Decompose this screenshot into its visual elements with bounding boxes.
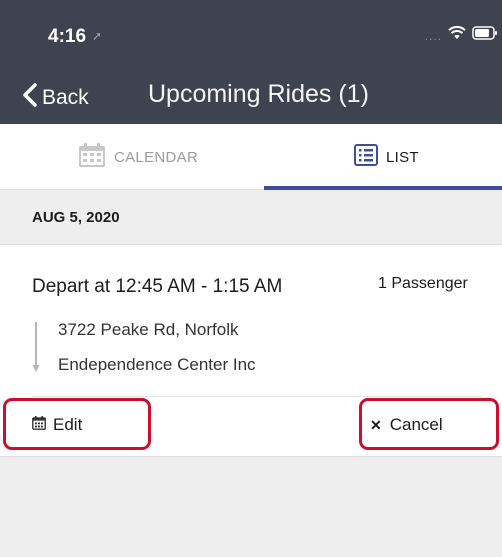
tab-calendar-label: CALENDAR xyxy=(114,148,199,166)
signal-icon: .... xyxy=(424,28,442,43)
card-divider xyxy=(32,396,482,397)
status-bar: 4:16 ➚ .... xyxy=(0,0,502,68)
back-label: Back xyxy=(42,85,89,109)
depart-time: Depart at 12:45 AM - 1:15 AM xyxy=(32,276,283,297)
list-icon xyxy=(354,143,378,171)
tab-list-label: LIST xyxy=(386,148,419,166)
back-button[interactable]: Back xyxy=(22,82,89,113)
navigation-bar: Back Upcoming Rides (1) xyxy=(0,68,502,124)
location-arrow-icon: ➚ xyxy=(92,29,103,43)
dropoff-address: Endependence Center Inc xyxy=(58,355,256,374)
ride-date-header: AUG 5, 2020 xyxy=(32,209,120,226)
page-title: Upcoming Rides (1) xyxy=(148,80,369,108)
passenger-count: 1 Passenger xyxy=(378,275,468,292)
edit-highlight-box xyxy=(3,398,151,450)
wifi-icon xyxy=(448,26,466,45)
calendar-icon xyxy=(78,142,106,173)
view-tabs: CALENDAR LIST xyxy=(0,124,502,190)
battery-icon xyxy=(472,26,498,45)
tab-calendar[interactable]: CALENDAR xyxy=(78,124,198,190)
pickup-address: 3722 Peake Rd, Norfolk xyxy=(58,320,239,339)
tab-list[interactable]: LIST xyxy=(354,124,419,190)
status-time: 4:16 xyxy=(48,26,87,47)
active-tab-indicator xyxy=(264,186,502,190)
chevron-left-icon xyxy=(22,82,38,113)
cancel-highlight-box xyxy=(359,398,499,450)
route-arrow-icon xyxy=(32,322,40,379)
status-indicators: .... xyxy=(425,26,498,45)
